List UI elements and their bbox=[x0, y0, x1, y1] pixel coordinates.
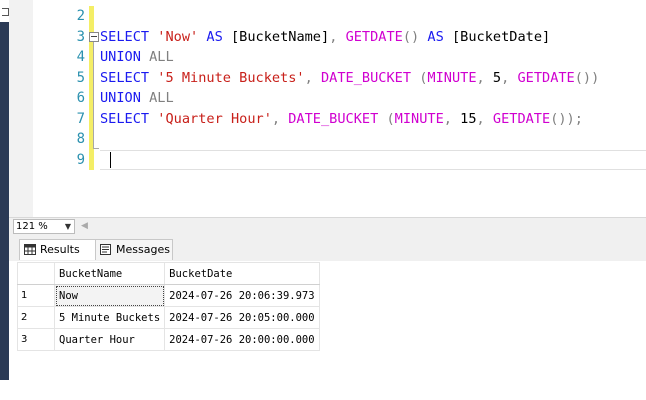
line-number: 8 bbox=[76, 131, 85, 147]
line-number: 7 bbox=[76, 110, 85, 127]
line-number: 2 bbox=[76, 8, 85, 24]
code-token: ( bbox=[386, 110, 395, 127]
line-numbers: 2 3 4 5 6 7 8 9 bbox=[33, 6, 87, 170]
zoom-dropdown[interactable]: 121 % ▼ bbox=[13, 219, 75, 234]
code-token: ALL bbox=[149, 49, 174, 65]
code-token: UNION bbox=[100, 49, 141, 65]
grid-cell[interactable]: 2024-07-26 20:05:00.000 bbox=[164, 306, 320, 329]
code-token: AS bbox=[206, 28, 223, 45]
grid-cell[interactable]: Quarter Hour bbox=[53, 328, 166, 351]
code-line[interactable] bbox=[100, 150, 646, 171]
code-token: () bbox=[402, 28, 420, 45]
row-number[interactable]: 2 bbox=[17, 306, 55, 329]
text-caret bbox=[110, 152, 111, 168]
grid-icon bbox=[24, 243, 36, 255]
code-token: , bbox=[271, 110, 281, 127]
code-token: GETDATE bbox=[517, 69, 575, 86]
zoom-value: 121 % bbox=[16, 221, 48, 232]
restore-icon[interactable] bbox=[0, 0, 9, 22]
code-line[interactable] bbox=[100, 129, 646, 150]
code-token: 'Quarter Hour' bbox=[157, 110, 272, 127]
code-token: SELECT bbox=[100, 110, 150, 127]
code-text[interactable]: SELECT 'Now' AS [BucketName], GETDATE() … bbox=[89, 6, 646, 171]
code-token: [BucketDate] bbox=[443, 28, 551, 45]
line-number: 4 bbox=[76, 49, 85, 65]
code-token: ()); bbox=[550, 110, 583, 127]
code-token: , bbox=[476, 69, 485, 86]
code-line[interactable]: SELECT 'Quarter Hour', DATE_BUCKET (MINU… bbox=[100, 109, 646, 130]
code-token: DATE_BUCKET bbox=[321, 69, 412, 86]
table-row[interactable]: 1 Now 2024-07-26 20:06:39.973 bbox=[17, 284, 320, 307]
results-grid[interactable]: BucketName BucketDate 1 Now 2024-07-26 2… bbox=[17, 262, 320, 351]
code-line[interactable]: UNION ALL bbox=[100, 47, 646, 68]
outline-line bbox=[93, 40, 94, 148]
column-header[interactable]: BucketDate bbox=[164, 262, 320, 285]
query-editor[interactable]: 2 3 4 5 6 7 8 9 SELECT 'Now' AS [BucketName], G… bbox=[9, 0, 646, 217]
grid-cell[interactable]: 5 Minute Buckets bbox=[53, 306, 166, 329]
code-token: , bbox=[304, 69, 313, 86]
code-token: SELECT bbox=[100, 28, 150, 45]
row-number[interactable]: 3 bbox=[17, 328, 55, 351]
grid-corner[interactable] bbox=[17, 262, 55, 285]
code-token: 'Now' bbox=[157, 28, 199, 45]
code-token: , bbox=[443, 110, 452, 127]
editor-status-bar: 121 % ▼ ◀ bbox=[9, 217, 646, 236]
code-line[interactable]: UNION ALL bbox=[100, 88, 646, 109]
tab-messages-label: Messages bbox=[116, 243, 170, 256]
code-token: , bbox=[476, 110, 485, 127]
code-token: MINUTE bbox=[394, 110, 444, 127]
results-tabs: Results Messages bbox=[9, 235, 646, 261]
code-token: UNION bbox=[100, 90, 141, 106]
grid-cell[interactable]: 2024-07-26 20:00:00.000 bbox=[164, 328, 320, 351]
code-token: GETDATE bbox=[345, 28, 403, 45]
collapse-icon[interactable] bbox=[89, 31, 99, 42]
table-row[interactable]: 2 5 Minute Buckets 2024-07-26 20:05:00.0… bbox=[17, 306, 320, 329]
code-token: SELECT bbox=[100, 69, 150, 86]
messages-icon bbox=[100, 243, 111, 255]
code-token: GETDATE bbox=[492, 110, 551, 127]
code-token: MINUTE bbox=[427, 69, 477, 86]
tab-messages[interactable]: Messages bbox=[95, 239, 173, 260]
line-number: 3 bbox=[76, 28, 85, 45]
code-token: ALL bbox=[149, 90, 174, 106]
tab-results[interactable]: Results bbox=[19, 239, 97, 260]
code-token: [BucketName] bbox=[222, 28, 330, 45]
line-number: 9 bbox=[76, 151, 85, 168]
table-row[interactable]: 3 Quarter Hour 2024-07-26 20:00:00.000 bbox=[17, 328, 320, 351]
code-line[interactable]: SELECT 'Now' AS [BucketName], GETDATE() … bbox=[89, 27, 646, 48]
results-grid-area: BucketName BucketDate 1 Now 2024-07-26 2… bbox=[9, 261, 646, 380]
row-number[interactable]: 1 bbox=[17, 284, 55, 307]
ssms-window: 23456789 SELECT 'Now' AS [BucketName], G… bbox=[0, 0, 646, 400]
grid-header-row: BucketName BucketDate bbox=[17, 262, 320, 285]
code-token: ()) bbox=[574, 69, 600, 86]
chevron-down-icon[interactable]: ▼ bbox=[65, 220, 71, 233]
line-number: 5 bbox=[76, 69, 85, 86]
code-line[interactable]: SELECT '5 Minute Buckets', DATE_BUCKET (… bbox=[100, 68, 646, 89]
editor-gutter bbox=[9, 0, 33, 217]
code-token: 5 bbox=[484, 69, 502, 86]
outline-line-end bbox=[93, 148, 99, 149]
grid-cell[interactable]: Now bbox=[53, 284, 166, 307]
tab-results-label: Results bbox=[40, 243, 80, 256]
window-left-border bbox=[0, 0, 9, 380]
code-token: AS bbox=[427, 28, 444, 45]
code-line[interactable] bbox=[100, 6, 646, 27]
scroll-left-arrow-icon[interactable]: ◀ bbox=[81, 221, 88, 231]
line-number: 6 bbox=[76, 90, 85, 106]
code-token: DATE_BUCKET bbox=[288, 110, 379, 127]
code-token: '5 Minute Buckets' bbox=[157, 69, 305, 86]
grid-cell[interactable]: 2024-07-26 20:06:39.973 bbox=[164, 284, 320, 307]
code-token: 15 bbox=[451, 110, 477, 127]
column-header[interactable]: BucketName bbox=[53, 262, 166, 285]
bottom-margin bbox=[0, 380, 646, 400]
